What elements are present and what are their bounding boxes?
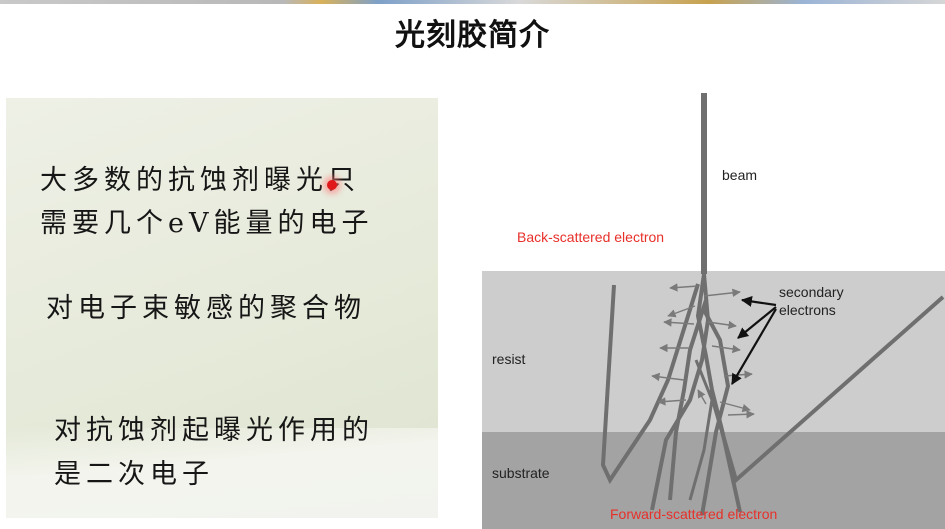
text-panel: 大多数的抗蚀剂曝光只 需要几个eV能量的电子 对电子束敏感的聚合物 对抗蚀剂起曝… [6,98,438,518]
slide-title: 光刻胶简介 [395,18,550,53]
text-line-3: 对电子束敏感的聚合物 [46,293,366,324]
text-line-2: 需要几个eV能量的电子 [40,208,374,239]
resist-label: resist [492,351,526,367]
laser-pointer-dot [327,180,337,190]
forward-scattered-label: Forward-scattered electron [610,506,777,522]
text-line-5: 是二次电子 [54,459,214,490]
text-line-1: 大多数的抗蚀剂曝光只 [40,165,360,196]
secondary-label-line1: secondary [779,284,844,300]
top-color-strip [0,0,945,4]
substrate-label: substrate [492,465,550,481]
electron-scattering-diagram: beam Back-scattered electron secondary e… [482,93,945,529]
secondary-label-line2: electrons [779,302,836,318]
beam-label: beam [722,167,757,183]
text-line-4: 对抗蚀剂起曝光作用的 [54,415,374,446]
back-scattered-label: Back-scattered electron [517,229,664,245]
